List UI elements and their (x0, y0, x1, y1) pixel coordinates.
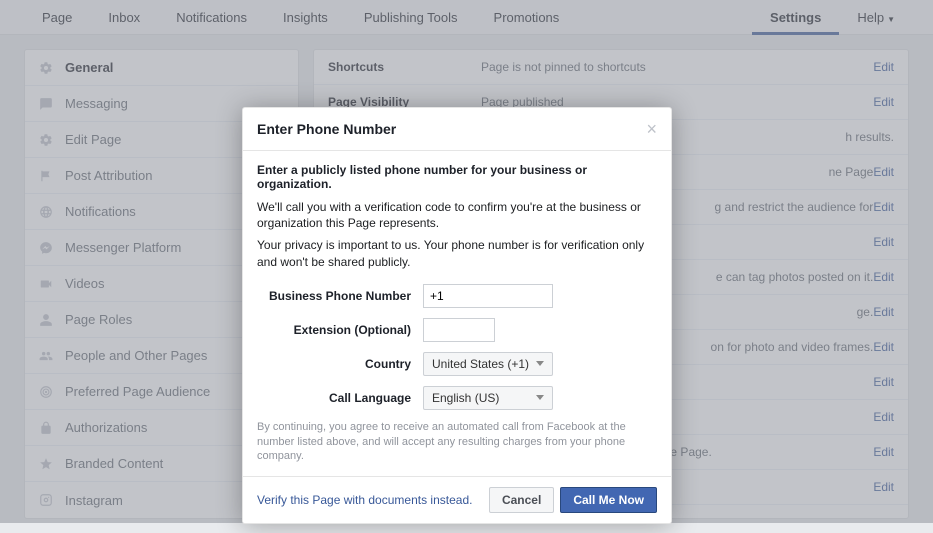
label-extension: Extension (Optional) (257, 323, 423, 337)
phone-verification-modal: Enter Phone Number × Enter a publicly li… (242, 107, 672, 524)
extension-input[interactable] (423, 318, 495, 342)
call-language-select[interactable]: English (US) (423, 386, 553, 410)
verify-with-documents-link[interactable]: Verify this Page with documents instead. (257, 493, 483, 507)
label-country: Country (257, 357, 423, 371)
call-me-now-button[interactable]: Call Me Now (560, 487, 657, 513)
business-phone-input[interactable] (423, 284, 553, 308)
modal-disclaimer: By continuing, you agree to receive an a… (257, 420, 657, 465)
country-select-value: United States (+1) (432, 357, 529, 371)
cancel-button[interactable]: Cancel (489, 487, 554, 513)
modal-body: Enter a publicly listed phone number for… (243, 151, 671, 476)
close-icon[interactable]: × (646, 120, 657, 138)
modal-paragraph-1: We'll call you with a verification code … (257, 199, 657, 231)
chevron-down-icon (536, 395, 544, 400)
modal-paragraph-2: Your privacy is important to us. Your ph… (257, 237, 657, 269)
country-select[interactable]: United States (+1) (423, 352, 553, 376)
modal-heading: Enter a publicly listed phone number for… (257, 163, 657, 191)
call-language-select-value: English (US) (432, 391, 499, 405)
label-call-language: Call Language (257, 391, 423, 405)
modal-form: Business Phone Number Extension (Optiona… (257, 284, 657, 410)
modal-title: Enter Phone Number (257, 121, 646, 137)
modal-footer: Verify this Page with documents instead.… (243, 476, 671, 523)
chevron-down-icon (536, 361, 544, 366)
label-business-phone: Business Phone Number (257, 289, 423, 303)
modal-header: Enter Phone Number × (243, 108, 671, 151)
